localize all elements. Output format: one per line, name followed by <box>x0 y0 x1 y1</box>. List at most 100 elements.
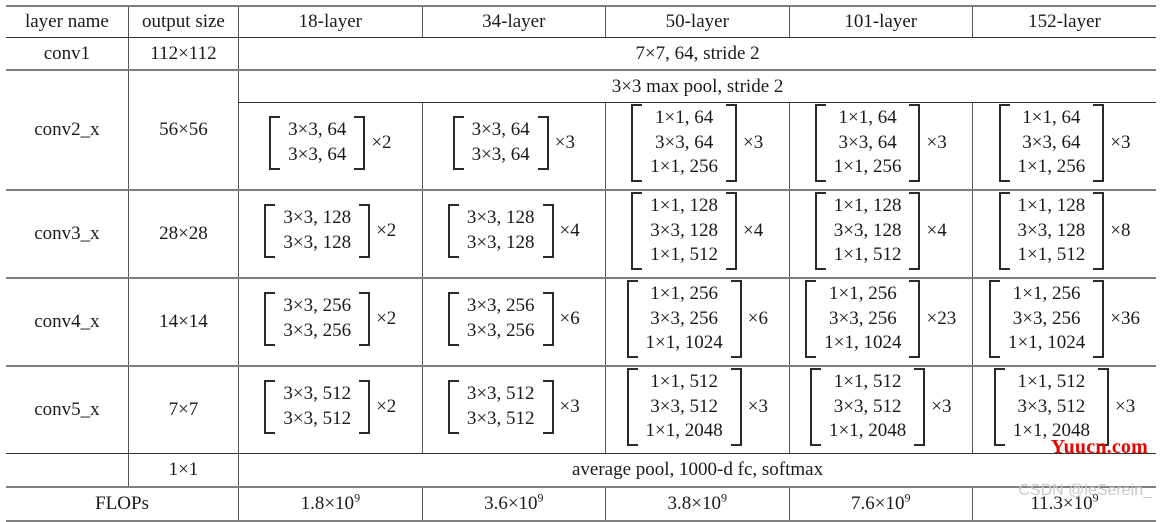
block-multiplier: ×3 <box>931 396 952 418</box>
header-column-18-layer: 18-layer <box>238 5 423 38</box>
block-line-0: 3×3, 64 <box>288 119 347 141</box>
block-line-0: 1×1, 128 <box>650 194 719 216</box>
right-bracket-icon <box>730 367 742 446</box>
left-bracket-icon <box>989 279 1001 358</box>
right-bracket-icon <box>359 292 371 346</box>
block-multiplier: ×2 <box>371 132 392 154</box>
right-bracket-icon <box>1097 367 1109 446</box>
left-bracket-icon <box>810 367 822 446</box>
header-column-34-layer: 34-layer <box>421 5 606 38</box>
cell-conv2x-34-layer: 3×3, 64 3×3, 64 ×3 <box>421 102 606 191</box>
bracket-group: 1×1, 64 3×3, 64 1×1, 256 <box>631 103 738 182</box>
left-bracket-icon <box>269 116 281 170</box>
cell-conv5x-34-layer: 3×3, 512 3×3, 512 ×3 <box>421 366 606 454</box>
block-line-2: 1×1, 512 <box>833 244 902 266</box>
bracket-group: 1×1, 512 3×3, 512 1×1, 2048 <box>626 367 742 446</box>
cell-conv2x-18-layer: 3×3, 64 3×3, 64 ×2 <box>238 102 423 191</box>
residual-block: 1×1, 256 3×3, 256 1×1, 1024 ×6 <box>626 279 768 358</box>
left-bracket-icon <box>998 191 1010 270</box>
block-lines: 1×1, 64 3×3, 64 1×1, 256 <box>1013 104 1091 182</box>
cell-conv4x-101-layer: 1×1, 256 3×3, 256 1×1, 1024 ×23 <box>788 278 973 367</box>
bracket-group: 1×1, 128 3×3, 128 1×1, 512 <box>814 191 921 270</box>
right-bracket-icon <box>359 204 371 258</box>
residual-block: 3×3, 128 3×3, 128 ×4 <box>447 204 580 258</box>
residual-block: 1×1, 64 3×3, 64 1×1, 256 ×3 <box>998 103 1131 182</box>
table-row-flops: FLOPs 1.8×109 3.6×109 3.8×109 7.6×109 11… <box>6 487 1156 522</box>
bracket-group: 1×1, 64 3×3, 64 1×1, 256 <box>998 103 1105 182</box>
block-lines: 1×1, 128 3×3, 128 1×1, 512 <box>1013 192 1091 270</box>
cell-conv4x-34-layer: 3×3, 256 3×3, 256 ×6 <box>421 278 606 367</box>
block-line-1: 3×3, 64 <box>288 143 347 165</box>
bracket-group: 1×1, 64 3×3, 64 1×1, 256 <box>814 103 921 182</box>
cell-avgpool-spec: average pool, 1000-d fc, softmax <box>238 453 1156 488</box>
cell-layer-name-avgpool <box>6 453 129 488</box>
flops-mantissa: 3.6×10 <box>484 493 538 515</box>
header-output-size: output size <box>127 5 239 38</box>
block-line-1: 3×3, 256 <box>650 307 719 329</box>
block-multiplier: ×3 <box>1110 132 1131 154</box>
cell-conv5x-152-layer: 1×1, 512 3×3, 512 1×1, 2048 ×3 <box>971 366 1156 454</box>
block-line-0: 3×3, 64 <box>471 119 530 141</box>
cell-flops-label: FLOPs <box>6 487 239 522</box>
cell-conv5x-50-layer: 1×1, 512 3×3, 512 1×1, 2048 ×3 <box>605 366 789 454</box>
block-multiplier: ×3 <box>926 132 947 154</box>
block-lines: 3×3, 256 3×3, 256 <box>278 292 356 345</box>
bracket-group: 1×1, 512 3×3, 512 1×1, 2048 <box>993 367 1109 446</box>
left-bracket-icon <box>264 204 276 258</box>
block-multiplier: ×23 <box>926 308 957 330</box>
left-bracket-icon <box>631 103 643 182</box>
residual-block: 1×1, 512 3×3, 512 1×1, 2048 ×3 <box>993 367 1136 446</box>
cell-conv3x-152-layer: 1×1, 128 3×3, 128 1×1, 512 ×8 <box>971 190 1156 279</box>
block-lines: 3×3, 128 3×3, 128 <box>278 204 356 257</box>
right-bracket-icon <box>1093 191 1105 270</box>
left-bracket-icon <box>452 116 464 170</box>
block-multiplier: ×36 <box>1110 308 1140 330</box>
cell-maxpool-spec: 3×3 max pool, stride 2 <box>238 70 1156 103</box>
block-line-0: 1×1, 512 <box>1017 370 1086 392</box>
cell-conv5x-18-layer: 3×3, 512 3×3, 512 ×2 <box>238 366 423 454</box>
block-line-2: 1×1, 2048 <box>645 420 723 442</box>
block-multiplier: ×6 <box>559 308 580 330</box>
block-multiplier: ×4 <box>559 220 580 242</box>
block-line-2: 1×1, 1024 <box>824 332 902 354</box>
residual-block: 1×1, 128 3×3, 128 1×1, 512 ×4 <box>631 191 763 270</box>
block-line-0: 1×1, 256 <box>829 282 897 304</box>
header-layer-name: layer name <box>6 5 129 38</box>
bracket-group: 1×1, 256 3×3, 256 1×1, 1024 <box>626 279 742 358</box>
block-multiplier: ×3 <box>743 132 764 154</box>
block-line-0: 3×3, 512 <box>466 383 535 405</box>
block-line-0: 1×1, 128 <box>833 194 902 216</box>
block-line-0: 1×1, 256 <box>1012 282 1081 304</box>
block-lines: 1×1, 128 3×3, 128 1×1, 512 <box>829 192 907 270</box>
block-lines: 1×1, 512 3×3, 512 1×1, 2048 <box>1008 368 1095 446</box>
table-row-avgpool: 1×1 average pool, 1000-d fc, softmax <box>6 453 1156 488</box>
resnet-architecture-table: layer name output size 18-layer 34-layer… <box>6 5 1156 522</box>
block-line-1: 3×3, 512 <box>283 407 352 429</box>
block-line-2: 1×1, 1024 <box>645 332 723 354</box>
cell-conv4x-18-layer: 3×3, 256 3×3, 256 ×2 <box>238 278 423 367</box>
flops-mantissa: 11.3×10 <box>1030 493 1093 515</box>
block-multiplier: ×3 <box>747 396 768 418</box>
header-column-101-layer: 101-layer <box>788 5 973 38</box>
block-line-1: 3×3, 512 <box>650 395 719 417</box>
left-bracket-icon <box>447 380 459 434</box>
block-line-1: 3×3, 64 <box>1022 131 1081 153</box>
residual-block: 1×1, 256 3×3, 256 1×1, 1024 ×23 <box>805 279 957 358</box>
right-bracket-icon <box>359 380 371 434</box>
left-bracket-icon <box>626 279 638 358</box>
residual-block: 3×3, 256 3×3, 256 ×6 <box>447 292 580 346</box>
block-multiplier: ×3 <box>1114 396 1136 418</box>
cell-flops-50-layer: 3.8×109 <box>605 487 789 522</box>
bracket-group: 3×3, 512 3×3, 512 <box>264 380 371 434</box>
cell-output-size-conv1: 112×112 <box>127 37 239 71</box>
block-line-1: 3×3, 64 <box>655 131 714 153</box>
block-line-0: 1×1, 512 <box>833 370 902 392</box>
block-line-2: 1×1, 2048 <box>829 420 907 442</box>
block-line-1: 3×3, 128 <box>650 219 719 241</box>
block-line-0: 3×3, 512 <box>283 383 352 405</box>
cell-conv2x-152-layer: 1×1, 64 3×3, 64 1×1, 256 ×3 <box>971 102 1156 191</box>
block-multiplier: ×8 <box>1110 220 1131 242</box>
block-lines: 1×1, 256 3×3, 256 1×1, 1024 <box>1003 280 1090 358</box>
right-bracket-icon <box>1093 103 1105 182</box>
left-bracket-icon <box>814 103 826 182</box>
